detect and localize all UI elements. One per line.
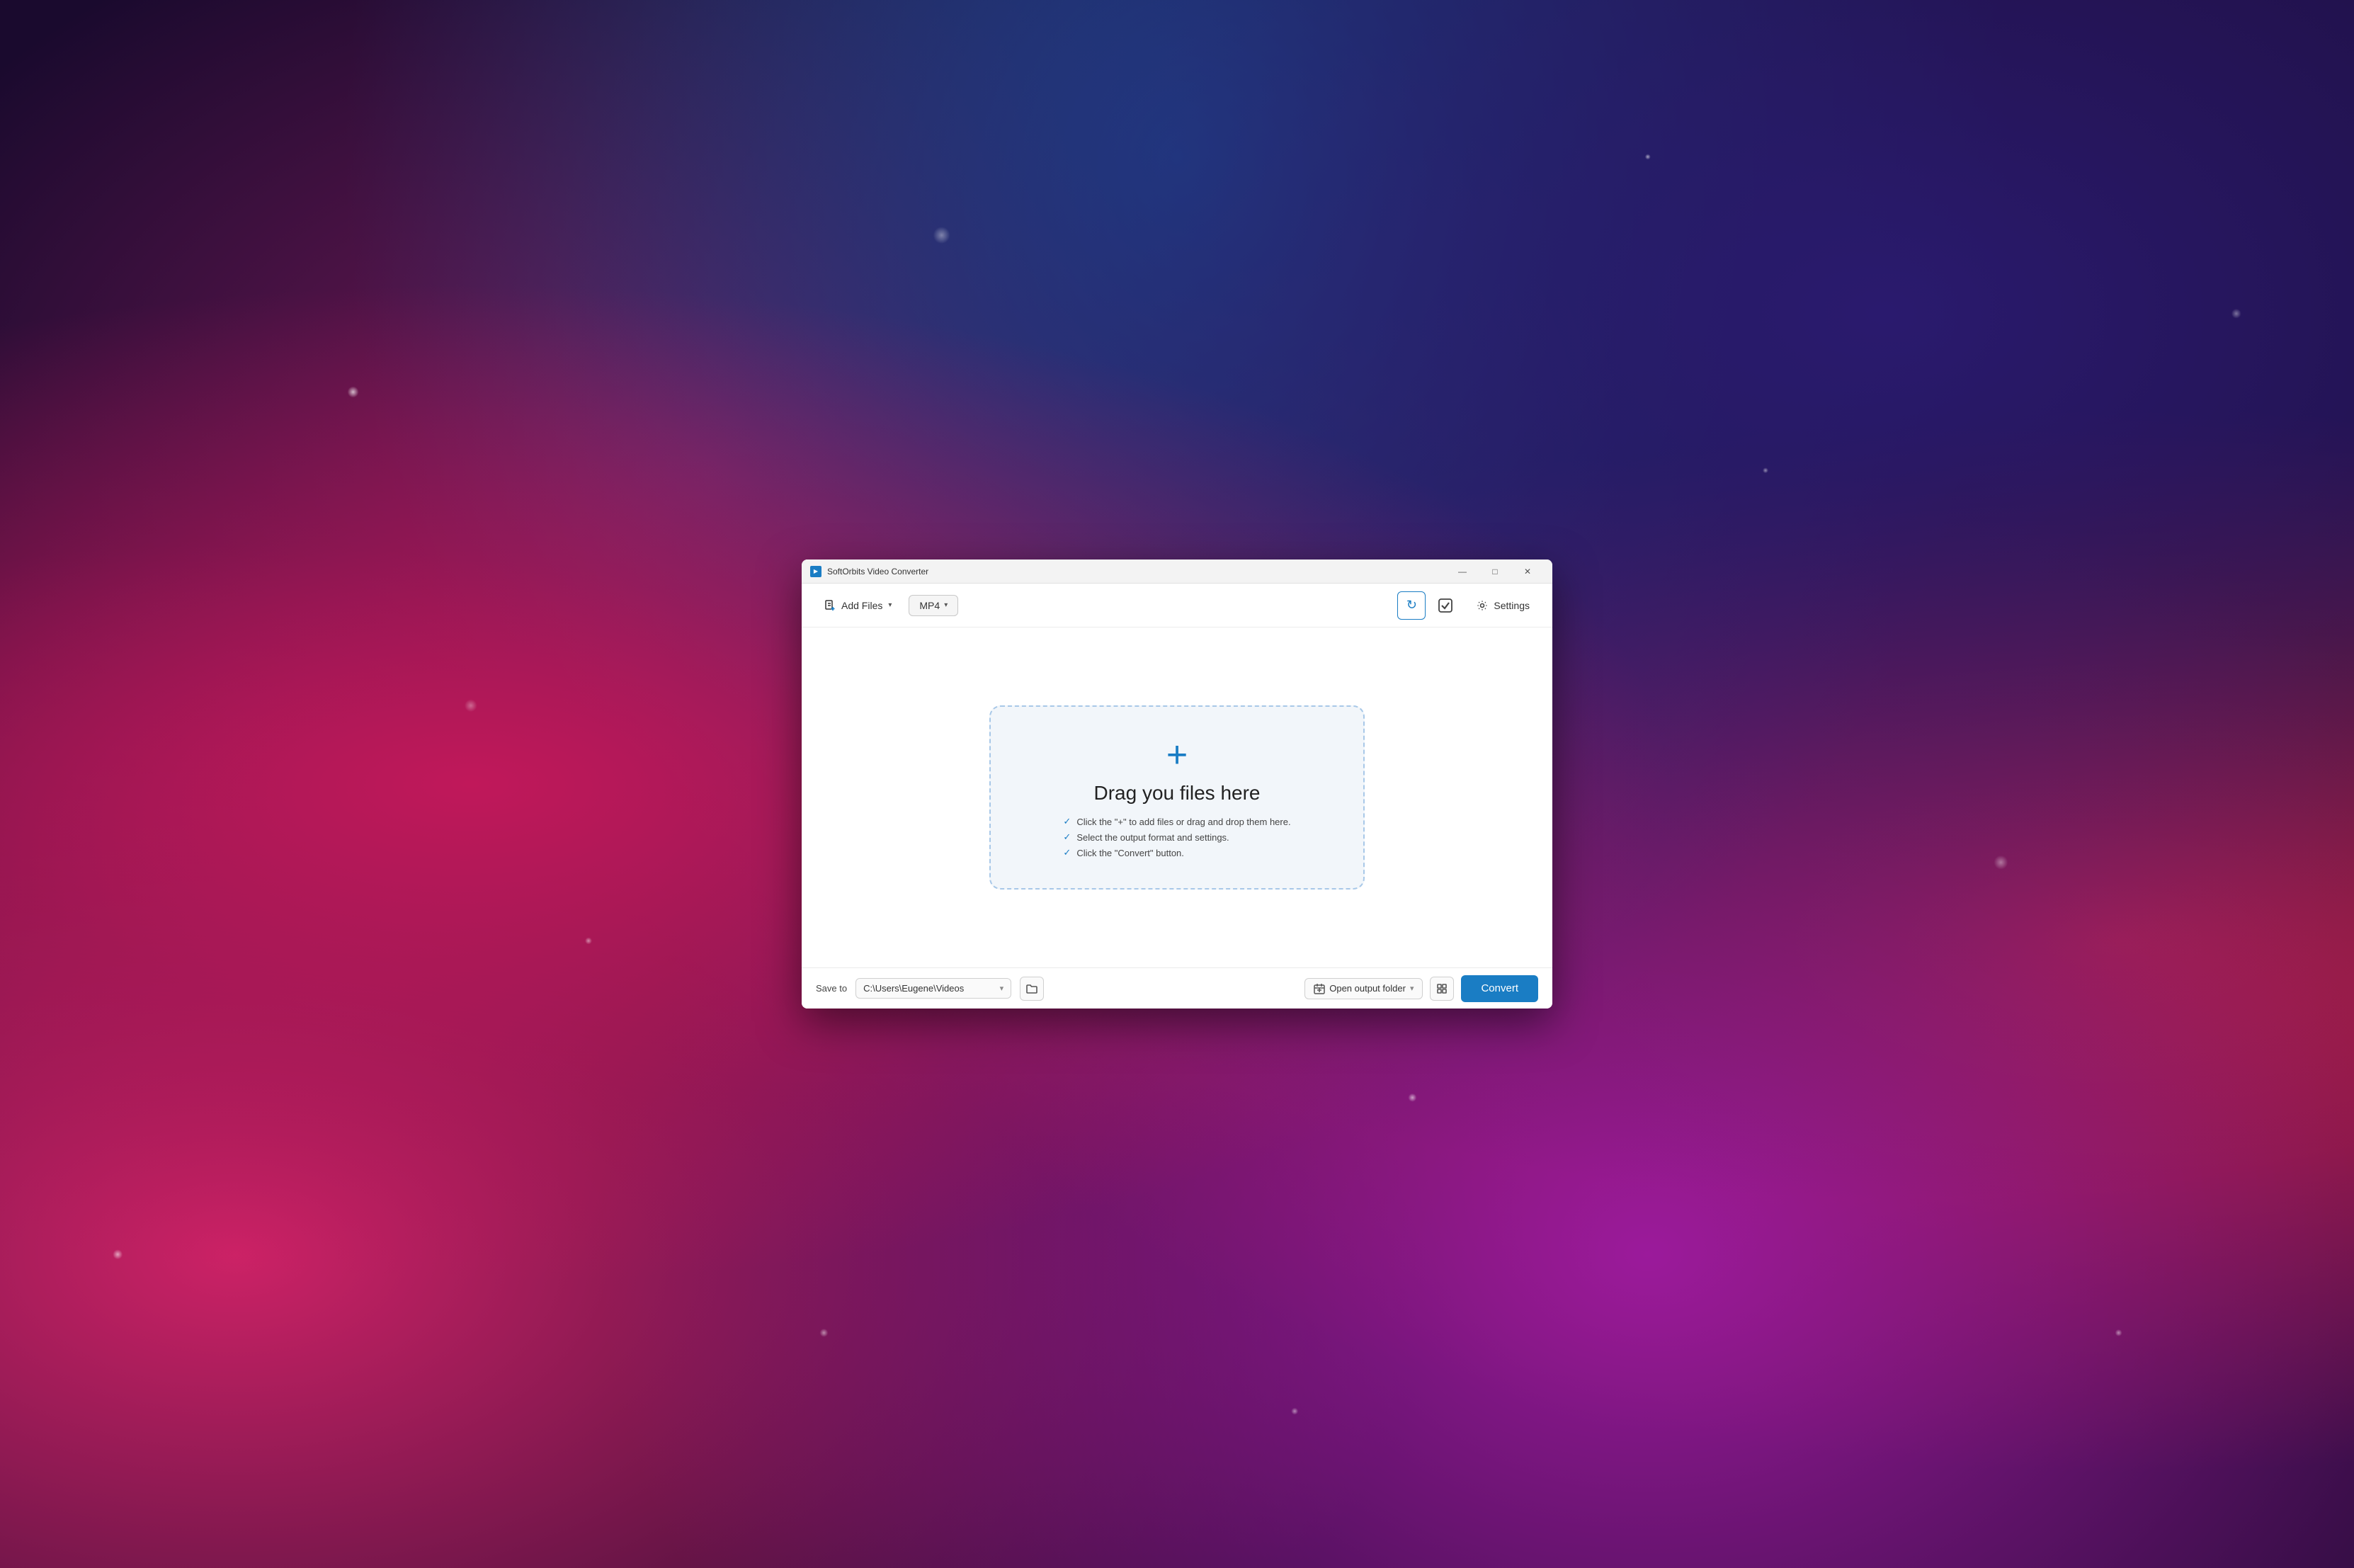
footer: Save to C:\Users\Eugene\Videos ▾ Open xyxy=(802,967,1552,1009)
toolbar-center: ↻ xyxy=(1397,591,1460,620)
file-add-icon xyxy=(824,600,836,611)
add-files-chevron-icon: ▾ xyxy=(888,601,892,609)
settings-button[interactable]: Settings xyxy=(1468,595,1538,616)
refresh-button[interactable]: ↻ xyxy=(1397,591,1426,620)
minimize-button[interactable]: — xyxy=(1446,559,1479,584)
save-to-label: Save to xyxy=(816,983,847,994)
save-path-text: C:\Users\Eugene\Videos xyxy=(863,983,995,994)
maximize-button[interactable]: □ xyxy=(1479,559,1511,584)
instruction-text-2: Select the output format and settings. xyxy=(1076,832,1229,843)
check-mark-icon-1: ✓ xyxy=(1063,816,1071,827)
calendar-icon xyxy=(1314,983,1325,994)
grid-icon xyxy=(1436,983,1448,994)
toolbar: Add Files ▾ MP4 ▾ ↻ xyxy=(802,584,1552,627)
drop-zone[interactable]: + Drag you files here ✓ Click the "+" to… xyxy=(989,705,1365,890)
instruction-text-3: Click the "Convert" button. xyxy=(1076,848,1184,858)
close-button[interactable]: ✕ xyxy=(1511,559,1544,584)
main-content: + Drag you files here ✓ Click the "+" to… xyxy=(802,627,1552,967)
title-bar-controls: — □ ✕ xyxy=(1446,559,1544,584)
browse-folder-button[interactable] xyxy=(1020,977,1044,1001)
app-window: SoftOrbits Video Converter — □ ✕ Add Fil… xyxy=(802,559,1552,1009)
plus-icon: + xyxy=(1166,737,1188,773)
drop-instructions: ✓ Click the "+" to add files or drag and… xyxy=(1063,816,1290,858)
toolbar-left: Add Files ▾ MP4 ▾ xyxy=(816,595,1389,616)
footer-right: Open output folder ▾ Convert xyxy=(1304,975,1538,1002)
refresh-icon: ↻ xyxy=(1406,598,1417,613)
check-mark-icon-3: ✓ xyxy=(1063,847,1071,858)
grid-view-button[interactable] xyxy=(1430,977,1454,1001)
convert-button[interactable]: Convert xyxy=(1461,975,1538,1002)
instruction-text-1: Click the "+" to add files or drag and d… xyxy=(1076,817,1290,827)
instruction-item-1: ✓ Click the "+" to add files or drag and… xyxy=(1063,816,1290,827)
toolbar-right: Settings xyxy=(1468,595,1538,616)
title-bar: SoftOrbits Video Converter — □ ✕ xyxy=(802,559,1552,584)
app-icon xyxy=(810,566,821,577)
add-files-label: Add Files xyxy=(841,600,882,611)
check-mark-icon-2: ✓ xyxy=(1063,831,1071,843)
open-output-label: Open output folder xyxy=(1329,983,1406,994)
folder-open-icon xyxy=(1025,982,1038,995)
drop-zone-title: Drag you files here xyxy=(1093,782,1260,805)
instruction-item-2: ✓ Select the output format and settings. xyxy=(1063,831,1290,843)
save-path-chevron-icon: ▾ xyxy=(1000,984,1004,993)
open-output-folder-button[interactable]: Open output folder ▾ xyxy=(1304,978,1423,999)
format-chevron-icon: ▾ xyxy=(944,601,948,609)
convert-label: Convert xyxy=(1481,982,1518,994)
check-button[interactable] xyxy=(1431,591,1460,620)
settings-label: Settings xyxy=(1494,600,1530,611)
save-path-select[interactable]: C:\Users\Eugene\Videos ▾ xyxy=(855,978,1011,999)
window-title: SoftOrbits Video Converter xyxy=(827,567,1446,576)
format-select-button[interactable]: MP4 ▾ xyxy=(909,595,958,616)
settings-gear-icon xyxy=(1477,600,1488,611)
open-output-chevron-icon: ▾ xyxy=(1410,984,1414,993)
add-files-button[interactable]: Add Files ▾ xyxy=(816,595,900,616)
instruction-item-3: ✓ Click the "Convert" button. xyxy=(1063,847,1290,858)
format-label: MP4 xyxy=(919,600,940,611)
checkmark-icon xyxy=(1438,598,1453,613)
